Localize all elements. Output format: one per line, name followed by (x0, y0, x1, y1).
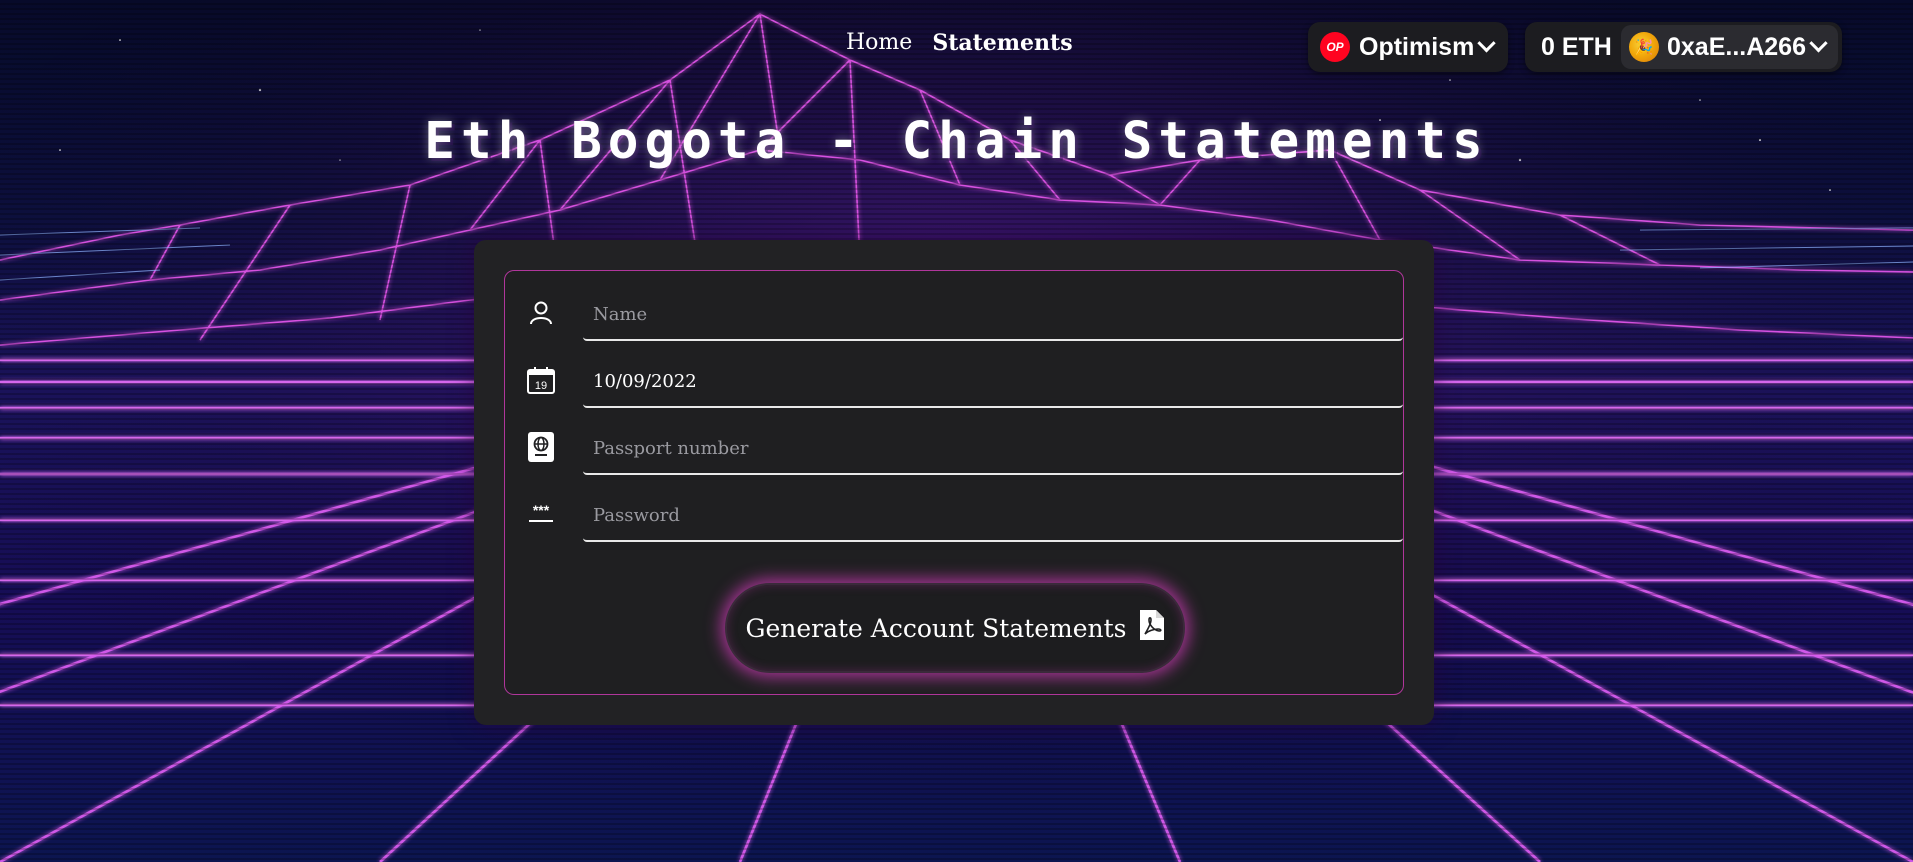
account-address: 0xaE...A266 (1667, 32, 1806, 61)
calendar-day: 19 (535, 380, 547, 392)
statement-form: 19 *** (504, 270, 1404, 695)
date-input[interactable] (583, 356, 1403, 408)
nav-statements-link[interactable]: Statements (932, 30, 1072, 56)
name-input[interactable] (583, 289, 1403, 341)
generate-statements-button[interactable]: Generate Account Statements (725, 583, 1185, 673)
nav-home-link[interactable]: Home (846, 30, 912, 56)
pdf-file-icon (1139, 609, 1165, 647)
passport-field-row (525, 423, 1403, 477)
calendar-icon: 19 (525, 364, 557, 396)
date-field-row: 19 (525, 356, 1403, 410)
chain-selector-button[interactable]: OP Optimism (1308, 22, 1508, 72)
chevron-down-icon (1809, 33, 1828, 52)
generate-button-label: Generate Account Statements (745, 613, 1127, 643)
top-nav: Home Statements (846, 30, 1073, 56)
password-field-row: *** (525, 490, 1403, 544)
statement-form-card: 19 *** (474, 240, 1434, 725)
passport-number-input[interactable] (583, 423, 1403, 475)
password-icon: *** (525, 498, 557, 530)
password-icon-glyph: *** (533, 502, 550, 518)
optimism-logo-icon: OP (1320, 32, 1350, 62)
page-title: Eth Bogota - Chain Statements (424, 112, 1489, 171)
name-field-row (525, 289, 1403, 343)
chain-name: Optimism (1359, 32, 1475, 61)
chevron-down-icon (1477, 33, 1496, 52)
password-input[interactable] (583, 490, 1403, 542)
user-icon (525, 297, 557, 329)
passport-icon (525, 431, 557, 463)
account-button[interactable]: 🎉 0xaE...A266 (1621, 25, 1838, 69)
account-widget: 0 ETH 🎉 0xaE...A266 (1525, 22, 1842, 72)
account-avatar: 🎉 (1629, 32, 1659, 62)
